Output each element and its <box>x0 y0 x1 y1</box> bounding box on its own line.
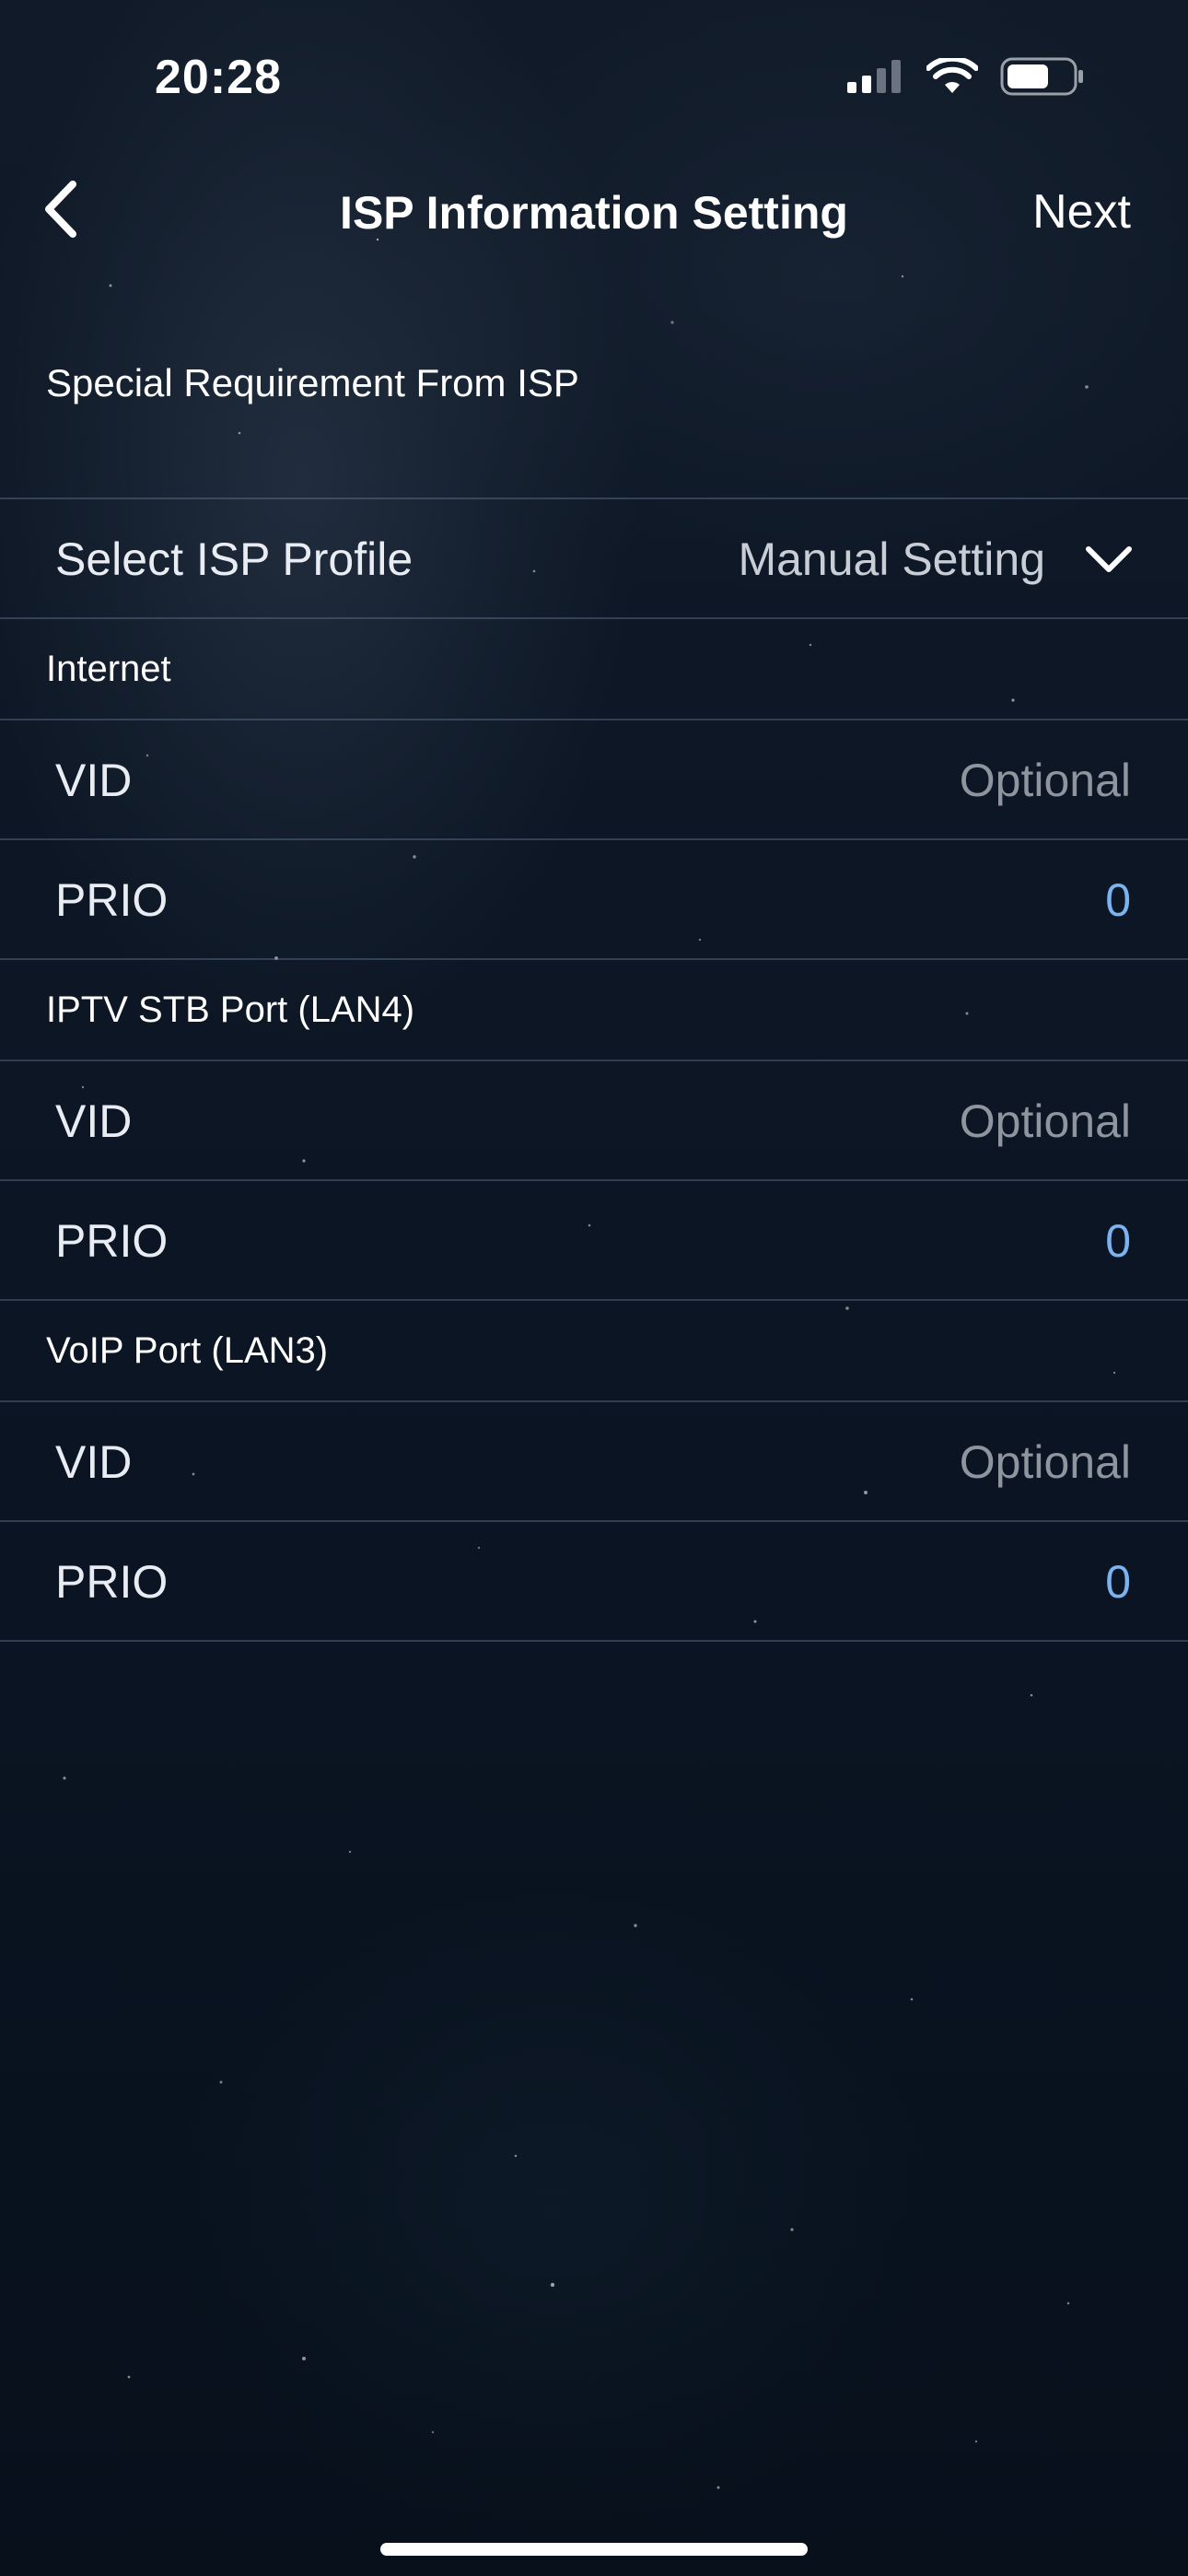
status-bar: 20:28 <box>0 0 1188 147</box>
wifi-icon <box>926 55 979 100</box>
prio-value[interactable]: 0 <box>1105 1555 1131 1609</box>
isp-profile-value: Manual Setting <box>738 533 1045 585</box>
status-time: 20:28 <box>155 51 282 104</box>
vid-input[interactable]: Optional <box>960 1095 1131 1148</box>
vid-label: VID <box>55 755 133 806</box>
prio-label: PRIO <box>55 874 169 926</box>
next-button[interactable]: Next <box>1032 184 1131 240</box>
chevron-down-icon <box>1083 542 1135 579</box>
prio-label: PRIO <box>55 1215 169 1267</box>
group-header-internet: Internet <box>0 617 1188 719</box>
prio-value[interactable]: 0 <box>1105 873 1131 927</box>
page-title: ISP Information Setting <box>340 187 848 239</box>
iptv-vid-field[interactable]: VID Optional <box>0 1060 1188 1179</box>
isp-profile-label: Select ISP Profile <box>55 533 413 585</box>
vid-input[interactable]: Optional <box>960 1435 1131 1489</box>
status-icons <box>847 55 1085 100</box>
group-title: VoIP Port (LAN3) <box>46 1330 329 1371</box>
voip-vid-field[interactable]: VID Optional <box>0 1400 1188 1520</box>
battery-icon <box>1000 57 1085 100</box>
iptv-prio-field[interactable]: PRIO 0 <box>0 1179 1188 1299</box>
group-header-iptv: IPTV STB Port (LAN4) <box>0 958 1188 1060</box>
navigation-bar: ISP Information Setting Next <box>0 166 1188 258</box>
settings-list: Select ISP Profile Manual Setting Intern… <box>0 498 1188 1642</box>
group-title: Internet <box>46 649 171 689</box>
section-title: Special Requirement From ISP <box>46 361 579 404</box>
vid-label: VID <box>55 1095 133 1147</box>
list-divider <box>0 1640 1188 1642</box>
group-title: IPTV STB Port (LAN4) <box>46 989 415 1030</box>
vid-input[interactable]: Optional <box>960 754 1131 807</box>
isp-profile-select[interactable]: Select ISP Profile Manual Setting <box>0 498 1188 617</box>
prio-label: PRIO <box>55 1556 169 1608</box>
group-header-voip: VoIP Port (LAN3) <box>0 1299 1188 1400</box>
prio-value[interactable]: 0 <box>1105 1214 1131 1268</box>
internet-vid-field[interactable]: VID Optional <box>0 719 1188 838</box>
voip-prio-field[interactable]: PRIO 0 <box>0 1520 1188 1640</box>
home-indicator[interactable] <box>380 2543 808 2556</box>
cellular-signal-icon <box>847 60 904 98</box>
internet-prio-field[interactable]: PRIO 0 <box>0 838 1188 958</box>
vid-label: VID <box>55 1436 133 1488</box>
